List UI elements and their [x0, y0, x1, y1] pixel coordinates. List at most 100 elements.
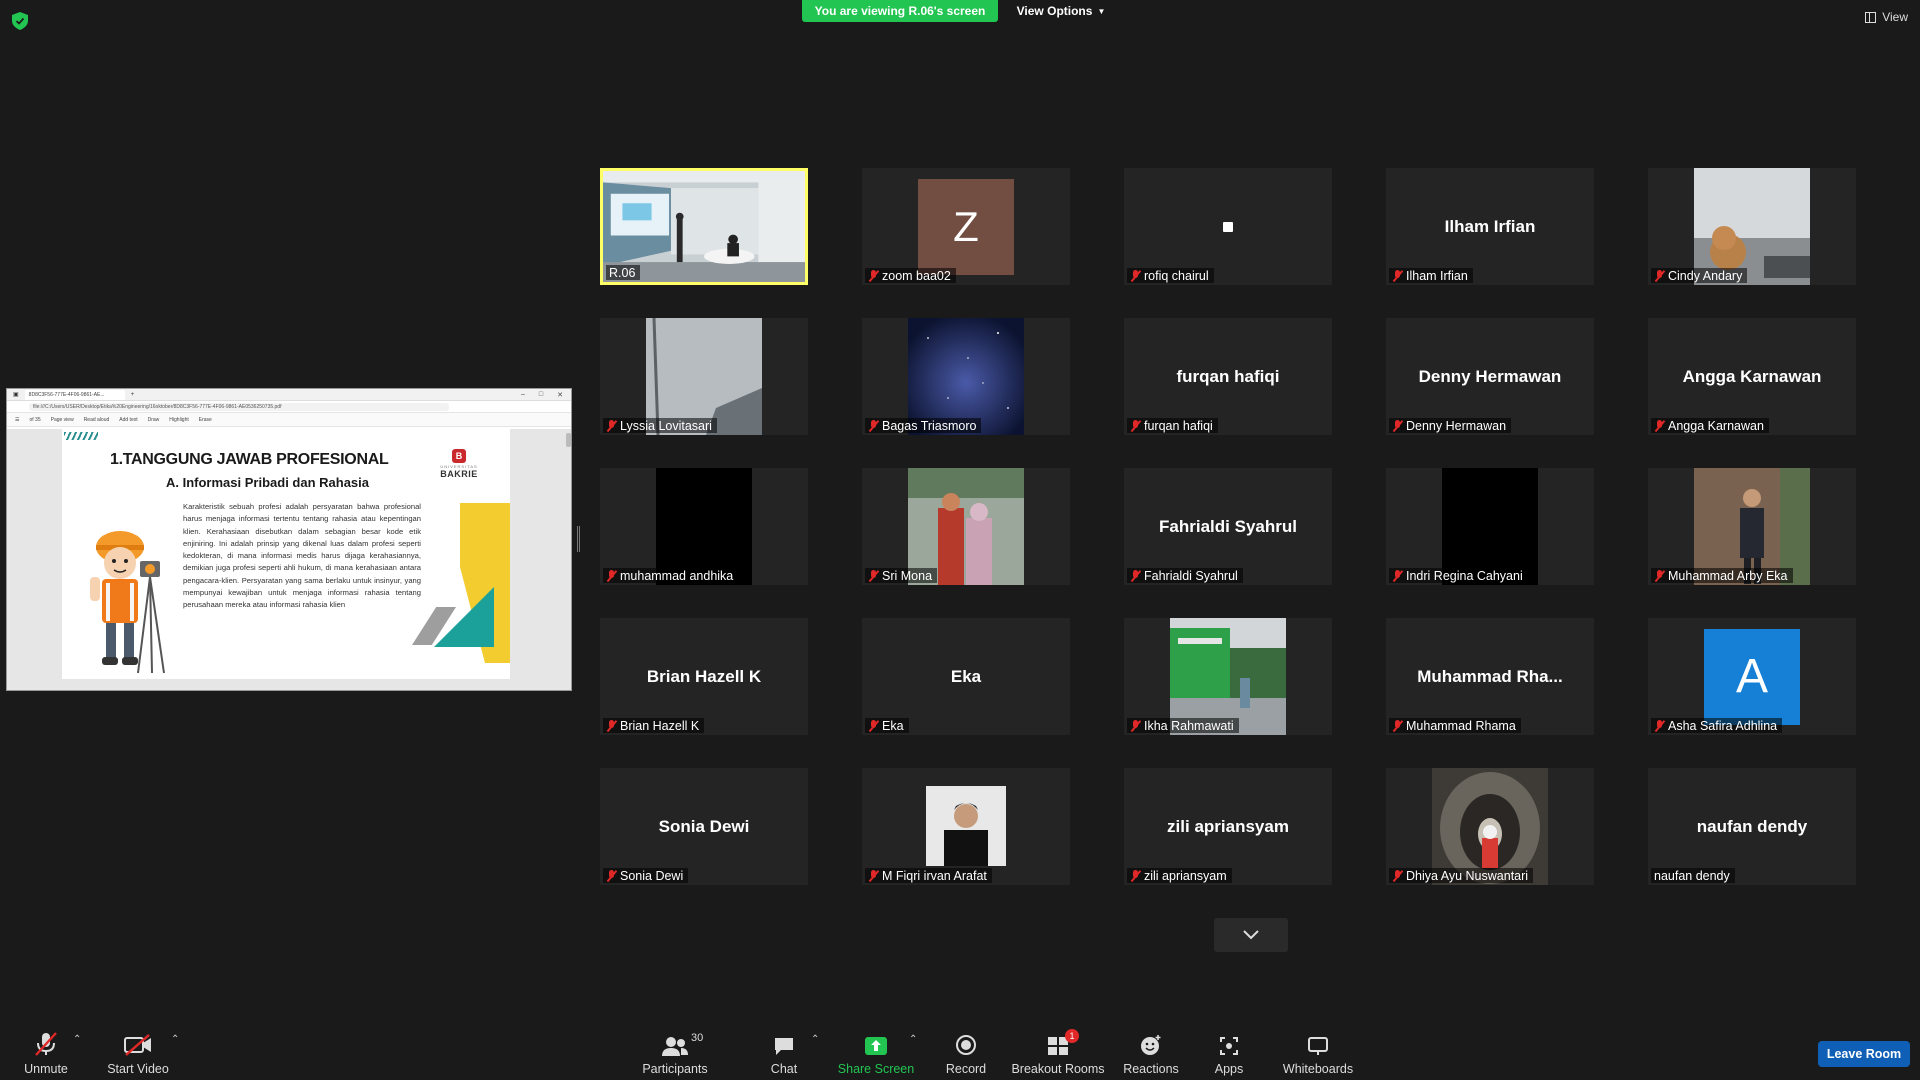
gallery-grid-icon — [1865, 11, 1877, 23]
start-video-button[interactable]: Start Video — [106, 1026, 170, 1076]
breakout-rooms-label: Breakout Rooms — [1011, 1062, 1105, 1076]
share-options-caret[interactable]: ⌃ — [909, 1034, 917, 1045]
pdf-scrollbar[interactable] — [566, 433, 571, 447]
mic-muted-icon — [1392, 719, 1403, 732]
participants-icon: 30 — [661, 1032, 703, 1056]
slide-heading: 1.TANGGUNG JAWAB PROFESIONAL — [110, 451, 389, 468]
participant-name: Angga Karnawan — [1668, 418, 1764, 433]
university-logo: B UNIVERSITAS BAKRIE — [432, 449, 486, 485]
unmute-button[interactable]: Unmute — [20, 1026, 72, 1076]
participant-name-label: zoom baa02 — [865, 268, 956, 283]
decorative-stripes — [64, 432, 98, 440]
mic-muted-icon — [606, 569, 617, 582]
participant-name-label: Denny Hermawan — [1389, 418, 1512, 433]
shared-screen[interactable]: ▣ 8D8C3F56-777E-4F06-9861-AE... + – □ ✕ … — [6, 388, 572, 691]
record-button[interactable]: Record — [944, 1026, 988, 1076]
gallery-next-page-button[interactable] — [1214, 918, 1288, 952]
participant-name: muhammad andhika — [620, 568, 734, 583]
audio-options-caret[interactable]: ⌃ — [73, 1034, 81, 1045]
record-label: Record — [945, 1062, 987, 1076]
mic-muted-icon — [606, 719, 617, 732]
participant-name-label: Indri Regina Cahyani — [1389, 568, 1528, 583]
participant-tile[interactable]: Angga Karnawan Angga Karnawan — [1648, 318, 1856, 435]
participant-tile[interactable]: rofiq chairul — [1124, 168, 1332, 285]
participant-tile[interactable]: Dhiya Ayu Nuswantari — [1386, 768, 1594, 885]
participant-name-label: Ikha Rahmawati — [1127, 718, 1239, 733]
view-options-label: View Options — [1016, 4, 1093, 18]
url-field[interactable]: file:///C:/Users/USER/Desktop/Etika%20En… — [29, 402, 449, 411]
chat-button[interactable]: Chat — [766, 1026, 802, 1076]
pdf-tool-erase[interactable]: Erase — [199, 417, 212, 423]
unmute-label: Unmute — [24, 1062, 68, 1076]
mic-muted-icon — [606, 869, 617, 882]
pdf-tool-add-text[interactable]: Add text — [119, 417, 137, 423]
whiteboards-button[interactable]: Whiteboards — [1282, 1026, 1354, 1076]
participant-name: Bagas Triasmoro — [882, 418, 977, 433]
participant-tile[interactable]: Sonia Dewi Sonia Dewi — [600, 768, 808, 885]
encryption-shield-icon[interactable] — [12, 12, 28, 30]
participant-tile[interactable]: Zzoom baa02 — [862, 168, 1070, 285]
chat-options-caret[interactable]: ⌃ — [811, 1034, 819, 1045]
participant-tile[interactable]: Sri Mona — [862, 468, 1070, 585]
apps-icon — [1219, 1032, 1239, 1056]
participant-tile[interactable]: R.06 — [600, 168, 808, 285]
video-options-caret[interactable]: ⌃ — [171, 1034, 179, 1045]
contents-icon[interactable]: ☰ — [15, 417, 19, 423]
leave-room-button[interactable]: Leave Room — [1818, 1041, 1910, 1067]
share-screen-button[interactable]: Share Screen — [838, 1026, 914, 1076]
participant-tile[interactable]: Lyssia Lovitasari — [600, 318, 808, 435]
participant-tile[interactable]: furqan hafiqi furqan hafiqi — [1124, 318, 1332, 435]
view-layout-button[interactable]: View — [1865, 10, 1908, 24]
participant-tile[interactable]: Ilham Irfian Ilham Irfian — [1386, 168, 1594, 285]
reactions-button[interactable]: Reactions — [1123, 1026, 1179, 1076]
smiley-icon — [1140, 1032, 1162, 1056]
maximize-icon[interactable]: □ — [539, 391, 543, 399]
pdf-tool-draw[interactable]: Draw — [148, 417, 160, 423]
breakout-rooms-button[interactable]: 1 Breakout Rooms — [1011, 1026, 1105, 1076]
participant-tile[interactable]: Brian Hazell K Brian Hazell K — [600, 618, 808, 735]
close-icon[interactable]: ✕ — [557, 391, 563, 399]
pdf-tool-page-view[interactable]: Page view — [51, 417, 74, 423]
slide-body-text: Karakteristik sebuah profesi adalah pers… — [183, 502, 421, 610]
new-tab-icon[interactable]: + — [131, 392, 135, 398]
participant-tile[interactable]: Bagas Triasmoro — [862, 318, 1070, 435]
participant-name-label: Muhammad Rhama — [1389, 718, 1521, 733]
whiteboards-label: Whiteboards — [1282, 1062, 1354, 1076]
participant-name: Sonia Dewi — [620, 868, 684, 883]
participant-name: Indri Regina Cahyani — [1406, 568, 1523, 583]
participant-tile[interactable]: Cindy Andary — [1648, 168, 1856, 285]
participant-tile[interactable]: Fahrialdi Syahrul Fahrialdi Syahrul — [1124, 468, 1332, 585]
participant-tile[interactable]: Eka Eka — [862, 618, 1070, 735]
pdf-tool-highlight[interactable]: Highlight — [169, 417, 188, 423]
participant-tile[interactable]: Muhammad Arby Eka — [1648, 468, 1856, 585]
browser-tab[interactable]: 8D8C3F56-777E-4F06-9861-AE... — [24, 389, 125, 400]
view-options-button[interactable]: View Options ▼ — [1006, 0, 1116, 22]
participants-button[interactable]: 30 Participants — [640, 1026, 710, 1076]
participant-tile[interactable]: Indri Regina Cahyani — [1386, 468, 1594, 585]
participant-name-label: Fahrialdi Syahrul — [1127, 568, 1243, 583]
zoom-meeting-window: You are viewing R.06's screen View Optio… — [0, 0, 1920, 1080]
video-off-icon — [123, 1032, 153, 1056]
participant-tile[interactable]: naufan dendy naufan dendy — [1648, 768, 1856, 885]
logo-name-text: BAKRIE — [440, 469, 478, 479]
pdf-viewer: 1.TANGGUNG JAWAB PROFESIONAL A. Informas… — [7, 429, 571, 690]
minimize-icon[interactable]: – — [521, 391, 525, 399]
participant-tile[interactable]: zili apriansyam zili apriansyam — [1124, 768, 1332, 885]
participant-tile[interactable]: Muhammad Rha... Muhammad Rhama — [1386, 618, 1594, 735]
participant-name: naufan dendy — [1654, 868, 1730, 883]
participant-name-label: Eka — [865, 718, 909, 733]
engineer-illustration — [90, 531, 165, 674]
participant-tile[interactable]: Ikha Rahmawati — [1124, 618, 1332, 735]
splitter-handle[interactable] — [577, 526, 580, 552]
participant-tile[interactable]: Denny Hermawan Denny Hermawan — [1386, 318, 1594, 435]
mic-muted-icon — [1392, 869, 1403, 882]
browser-menu-icon[interactable]: ▣ — [13, 391, 19, 398]
apps-button[interactable]: Apps — [1212, 1026, 1246, 1076]
participant-display-name: zili apriansyam — [1167, 816, 1289, 836]
pdf-tool-read-aloud[interactable]: Read aloud — [84, 417, 110, 423]
participant-tile[interactable]: A Asha Safira Adhlina — [1648, 618, 1856, 735]
participant-display-name: Angga Karnawan — [1682, 366, 1822, 386]
participant-tile[interactable]: M Fiqri irvan Arafat — [862, 768, 1070, 885]
participant-tile[interactable]: muhammad andhika — [600, 468, 808, 585]
record-icon — [955, 1032, 977, 1056]
